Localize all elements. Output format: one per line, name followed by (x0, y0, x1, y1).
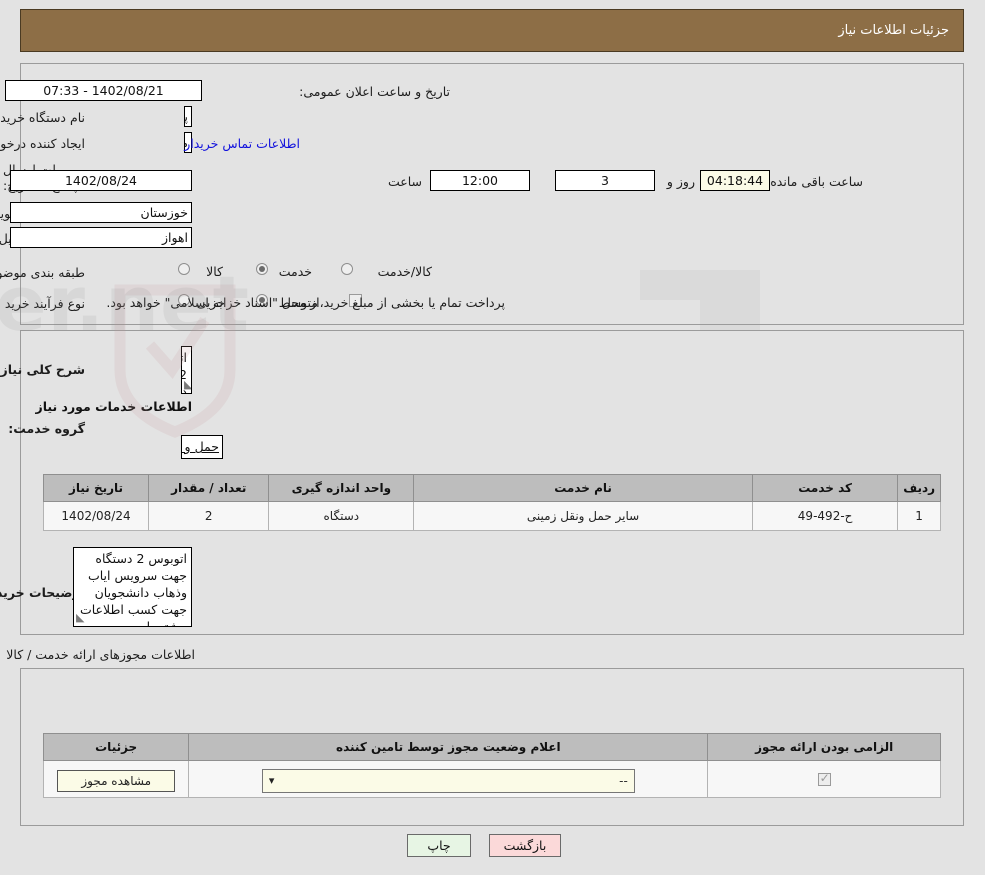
deadline-time-field[interactable]: 12:00 (430, 170, 530, 191)
radio-label-kala: کالا (206, 264, 223, 279)
col-service-code: کد خدمت (751, 474, 899, 502)
cell-service-name: سایر حمل ونقل زمینی (413, 501, 753, 531)
cell-need-date: 1402/08/24 (42, 501, 150, 531)
delivery-province-field[interactable]: خوزستان (10, 202, 192, 223)
col-unit: واحد اندازه گیری (268, 474, 415, 502)
items-table-header-row: ردیف کد خدمت نام خدمت واحد اندازه گیری ت… (42, 474, 941, 502)
col-license-details: جزئیات (42, 733, 190, 761)
col-license-status: اعلام وضعیت مجوز توسط تامین کننده (188, 733, 709, 761)
license-table: الزامی بودن ارائه مجوز اعلام وضعیت مجوز … (42, 733, 941, 798)
classification-label: طبقه بندی موضوعی: (0, 265, 85, 280)
print-button[interactable]: چاپ (407, 834, 471, 857)
general-description-textarea[interactable]: اتوبوس 2 دستگاه جهت سرویس ایاب وذهاب دان… (181, 346, 192, 394)
services-info-title: اطلاعات خدمات مورد نیاز (35, 399, 193, 414)
announce-datetime-label: تاریخ و ساعت اعلان عمومی: (299, 84, 450, 99)
service-group-field[interactable]: حمل و نقل و انبارداری (181, 435, 223, 459)
radio-label-khedmat: خدمت (278, 264, 312, 279)
cell-service-code: ح-492-49 (751, 501, 899, 531)
resize-grip-icon[interactable]: ◢ (76, 609, 84, 626)
table-row[interactable]: 1 ح-492-49 سایر حمل ونقل زمینی دستگاه 2 … (42, 501, 941, 531)
col-license-required: الزامی بودن ارائه مجوز (707, 733, 941, 761)
radio-label-kala-khedmat: کالا/خدمت (377, 264, 432, 279)
license-section-title: اطلاعات مجوزهای ارائه خدمت / کالا (6, 647, 195, 662)
delivery-city-field[interactable]: اهواز (10, 227, 192, 248)
table-row[interactable]: ▾ -- مشاهده مجوز (42, 760, 941, 798)
radio-classification-kala-khedmat[interactable] (341, 263, 353, 275)
buyer-org-field[interactable]: پردیس رسول اکرم ص (برادران) (184, 106, 192, 127)
announce-datetime-field[interactable]: 1402/08/21 - 07:33 (5, 80, 202, 101)
radio-classification-kala[interactable] (178, 263, 190, 275)
col-radif: ردیف (897, 474, 941, 502)
general-description-label: شرح کلی نیاز: (0, 362, 85, 377)
license-table-header-row: الزامی بودن ارائه مجوز اعلام وضعیت مجوز … (42, 733, 941, 761)
cell-license-required (707, 760, 941, 798)
col-need-date: تاریخ نیاز (42, 474, 150, 502)
cell-license-details: مشاهده مجوز (42, 760, 190, 798)
page-title: جزئیات اطلاعات نیاز (838, 23, 949, 38)
col-quantity: تعداد / مقدار (148, 474, 270, 502)
deadline-hour-label: ساعت (387, 174, 422, 189)
purchase-type-label: نوع فرآیند خرید : (0, 296, 85, 311)
service-group-label: گروه خدمت: (8, 421, 85, 436)
license-status-select[interactable]: ▾ -- (261, 769, 635, 793)
remaining-suffix-label: ساعت باقی مانده (770, 174, 863, 189)
page-title-bar: جزئیات اطلاعات نیاز (20, 9, 964, 52)
buyer-contact-link[interactable]: اطلاعات تماس خریدار (184, 136, 300, 151)
need-info-panel (20, 63, 964, 325)
cell-license-status: ▾ -- (188, 760, 709, 798)
license-required-checkbox (817, 771, 831, 786)
items-table: ردیف کد خدمت نام خدمت واحد اندازه گیری ت… (42, 474, 941, 531)
col-service-name: نام خدمت (413, 474, 753, 502)
request-creator-label: ایجاد کننده درخواست: (0, 136, 85, 151)
resize-grip-icon[interactable]: ◢ (184, 376, 191, 393)
cell-radif: 1 (897, 501, 941, 531)
cell-quantity: 2 (148, 501, 270, 531)
radio-classification-khedmat[interactable] (256, 263, 268, 275)
remaining-days-field[interactable]: 3 (555, 170, 655, 191)
view-license-button[interactable]: مشاهده مجوز (57, 770, 176, 792)
buyer-org-label: نام دستگاه خریدار: (0, 110, 85, 125)
treasury-bond-note: پرداخت تمام یا بخشی از مبلغ خرید،از محل … (106, 295, 505, 310)
remaining-time-field: 04:18:44 (700, 170, 770, 191)
days-and-label: روز و (666, 174, 695, 189)
deadline-date-field[interactable]: 1402/08/24 (10, 170, 192, 191)
buyer-notes-textarea[interactable]: اتوبوس 2 دستگاه جهت سرویس ایاب وذهاب دان… (73, 547, 192, 627)
cell-unit: دستگاه (268, 501, 415, 531)
chevron-down-icon: ▾ (268, 774, 275, 787)
back-button[interactable]: بازگشت (489, 834, 561, 857)
